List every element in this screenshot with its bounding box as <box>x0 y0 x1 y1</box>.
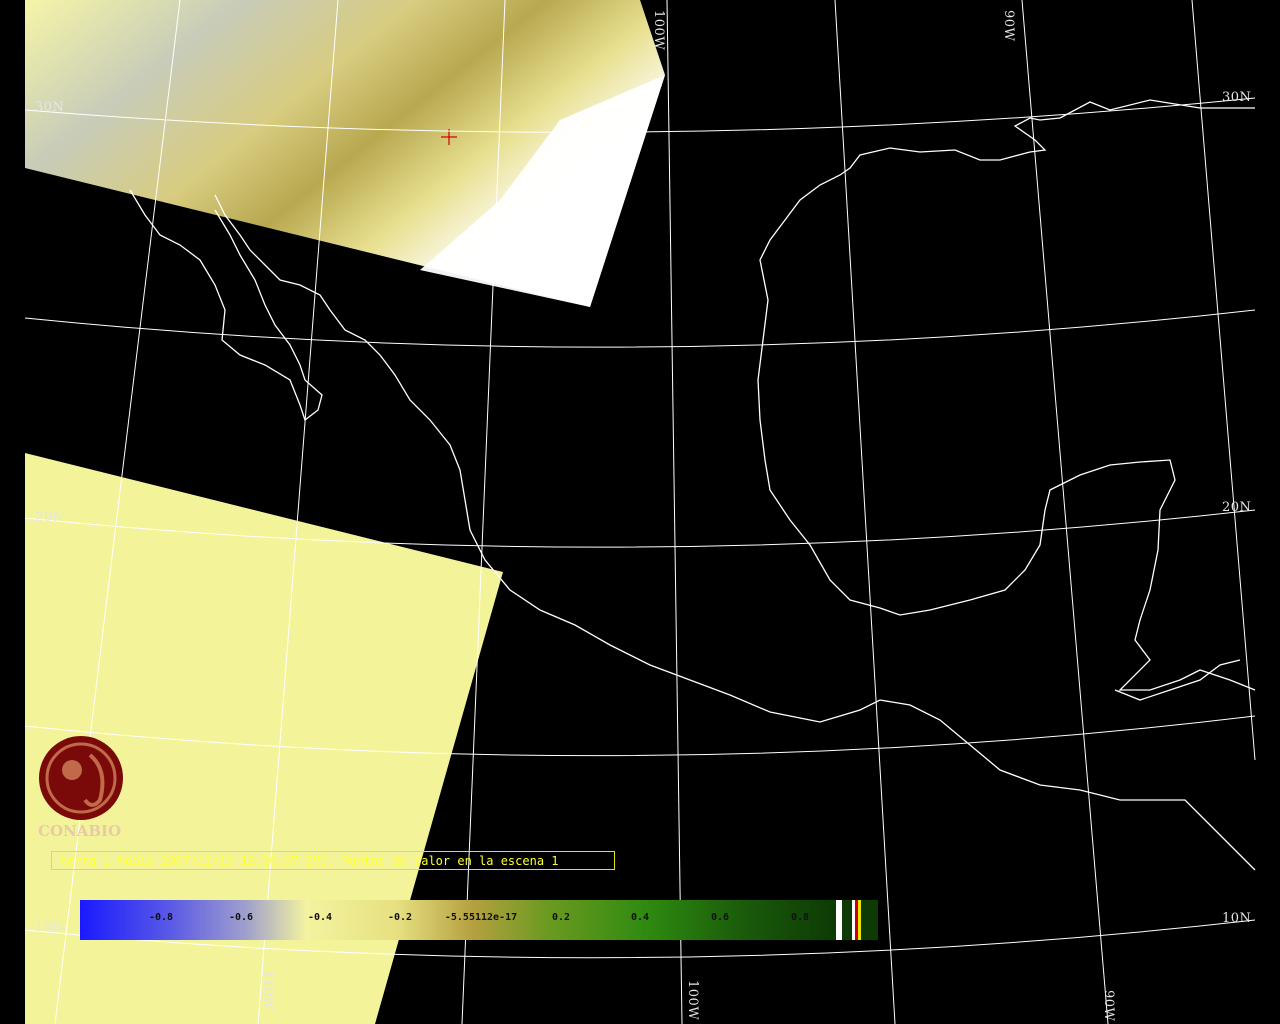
label-lon-100w-bottom: 100W <box>685 980 700 1021</box>
colorbar-labels: -0.8 -0.6 -0.4 -0.2 -5.55112e-17 0.2 0.4… <box>80 912 878 926</box>
conabio-logo-emblem <box>39 736 123 820</box>
colorbar-label: -0.6 <box>228 912 254 923</box>
conabio-logo-text: CONABIO <box>38 822 122 840</box>
colorbar-label: -0.8 <box>148 912 174 923</box>
colorbar-label: -0.2 <box>387 912 413 923</box>
colorbar-label: 0.6 <box>710 912 730 923</box>
label-lat-30n-right: 30N <box>1222 90 1252 105</box>
colorbar-label: 0.4 <box>630 912 650 923</box>
colorbar-label: 0.2 <box>551 912 571 923</box>
label-lon-110w-bottom: 110W <box>260 970 275 1011</box>
colorbar-label: 0.8 <box>790 912 810 923</box>
colorbar-label: -0.4 <box>307 912 333 923</box>
scene-caption: terra-1 modis 2007/12/19 18:20:07 EVI. P… <box>51 851 615 870</box>
label-lon-100w-top: 100W <box>651 10 666 51</box>
label-lon-90w-top: 90W <box>1001 10 1016 42</box>
label-lon-90w-bottom: 90W <box>1101 990 1116 1022</box>
colorbar-label: -5.55112e-17 <box>444 912 518 923</box>
label-lat-20n-left: 20N <box>35 510 65 525</box>
label-lat-20n-right: 20N <box>1222 500 1252 515</box>
label-lat-10n-left: 10N <box>35 920 65 935</box>
label-lat-10n-right: 10N <box>1222 911 1252 926</box>
label-lat-30n-left: 30N <box>35 100 65 115</box>
